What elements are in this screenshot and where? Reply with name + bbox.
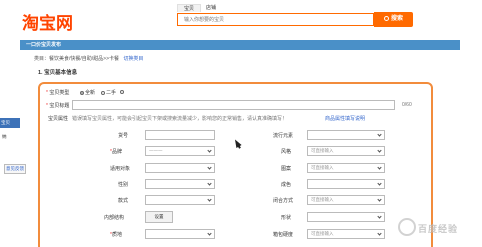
field-label-style: 款式 [118,198,129,204]
closure-select[interactable]: 可直接输入 [307,195,385,205]
hardness-select-value: 可直接输入 [311,231,334,236]
field-label-brand-wrap: *品牌 [110,148,122,155]
category-path: 类目：餐饮美食/快餐/自助/甜品>>卡餐 [34,56,120,62]
category-breadcrumb: 类目：餐饮美食/快餐/自助/甜品>>卡餐 切换类目 [34,55,143,62]
structure-set-button[interactable]: 设置 [145,211,173,223]
search-input[interactable] [178,14,373,25]
switch-category-link[interactable]: 切换类目 [123,56,143,62]
chevron-down-icon [377,214,382,219]
field-label-hardness: 箱包硬度 [273,232,294,238]
magnifier-icon [383,16,389,21]
material-select[interactable] [145,229,215,239]
fengge-select[interactable]: 可直接输入 [307,146,385,156]
brand-select-value: 一一一 [149,148,163,153]
field-label-condition: 成色 [281,182,292,188]
chevron-down-icon [207,181,212,186]
pattern-select[interactable]: 可直接输入 [307,163,385,173]
field-label-brand: 品牌 [111,149,122,155]
search-box[interactable] [177,13,374,26]
gender-select[interactable] [145,179,215,189]
chevron-down-icon [377,181,382,186]
title-field[interactable] [72,100,395,110]
watermark-text: 百度经验 [418,224,459,234]
search-button-label: 搜索 [390,16,403,22]
sku-field[interactable] [145,130,215,140]
chevron-down-icon [207,197,212,202]
chevron-down-icon [207,231,212,236]
field-label-fengge: 风格 [281,149,292,155]
closure-select-value: 可直接输入 [311,197,334,202]
field-label-material-wrap: *质地 [110,231,122,238]
required-mark: * [46,103,48,109]
type-option-used-label: 二手 [106,90,117,96]
chevron-down-icon [377,197,382,202]
shape-select[interactable] [307,212,385,222]
feedback-button[interactable]: 意见反馈 [4,164,26,174]
type-option-new-label: 全新 [85,90,96,96]
radio-icon [101,90,105,95]
type-label-wrap: * 宝贝类型 [46,89,69,96]
sidebar-item-active[interactable]: 宝贝 [0,118,20,128]
field-label-sku: 货号 [118,133,129,139]
tab-dianpu[interactable]: 店铺 [200,4,222,12]
style-select[interactable] [145,195,215,205]
taobao-logo[interactable]: 淘宝网 [22,9,73,34]
field-label-trend: 流行元素 [273,133,294,139]
field-label-closure: 闭合方式 [273,198,294,204]
field-label-pattern: 图案 [281,166,292,172]
title-input[interactable] [73,101,394,109]
chevron-down-icon [207,165,212,170]
fengge-select-value: 可直接输入 [311,148,334,153]
field-label-material: 质地 [111,232,122,238]
chevron-down-icon [377,165,382,170]
required-mark: * [46,90,48,96]
section-title: 1. 宝贝基本信息 [38,70,78,76]
condition-select[interactable] [307,179,385,189]
field-label-shape: 形状 [281,215,292,221]
basic-info-panel: * 宝贝类型 全新 二手 * 宝贝标题 0/60 宝贝属性 错误填写宝贝属性，可… [38,82,433,247]
chevron-down-icon [207,148,212,153]
tab-baobei[interactable]: 宝贝 [177,4,202,12]
brand-select[interactable]: 一一一 [145,146,215,156]
chevron-down-icon [377,231,382,236]
hardness-select[interactable]: 可直接输入 [307,229,385,239]
attr-hint: 错误填写宝贝属性，可能会引起宝贝下架或搜索流量减少，影响您的正常销售，请认真准确… [72,116,288,122]
pattern-select-value: 可直接输入 [311,165,334,170]
type-option-new[interactable]: 全新 [80,89,95,96]
radio-checked-icon [80,90,84,95]
field-label-target: 适用对象 [110,166,131,172]
attr-help-link[interactable]: 商品属性填写说明 [325,115,365,122]
baidu-paw-icon [398,218,416,236]
trend-select[interactable] [307,130,385,140]
watermark: 百度经验 [398,214,478,244]
search-button[interactable]: 搜索 [374,12,413,27]
field-label-gender: 性别 [118,182,129,188]
field-label-structure: 内部结构 [104,215,125,221]
help-icon[interactable] [120,89,125,95]
chevron-down-icon [377,148,382,153]
header: 淘宝网 宝贝 店铺 搜索 [0,0,482,40]
sku-input[interactable] [146,131,214,139]
type-label: 宝贝类型 [49,90,70,96]
publish-bar: 一口价宝贝发布 [20,40,460,50]
chevron-down-icon [377,132,382,137]
target-select[interactable] [145,163,215,173]
title-label-wrap: * 宝贝标题 [46,102,69,109]
title-counter: 0/60 [402,102,412,108]
sidebar-item[interactable]: 纳 [0,133,20,141]
attr-label: 宝贝属性 [48,116,69,122]
type-option-used[interactable]: 二手 [101,89,116,96]
title-label: 宝贝标题 [49,103,70,109]
